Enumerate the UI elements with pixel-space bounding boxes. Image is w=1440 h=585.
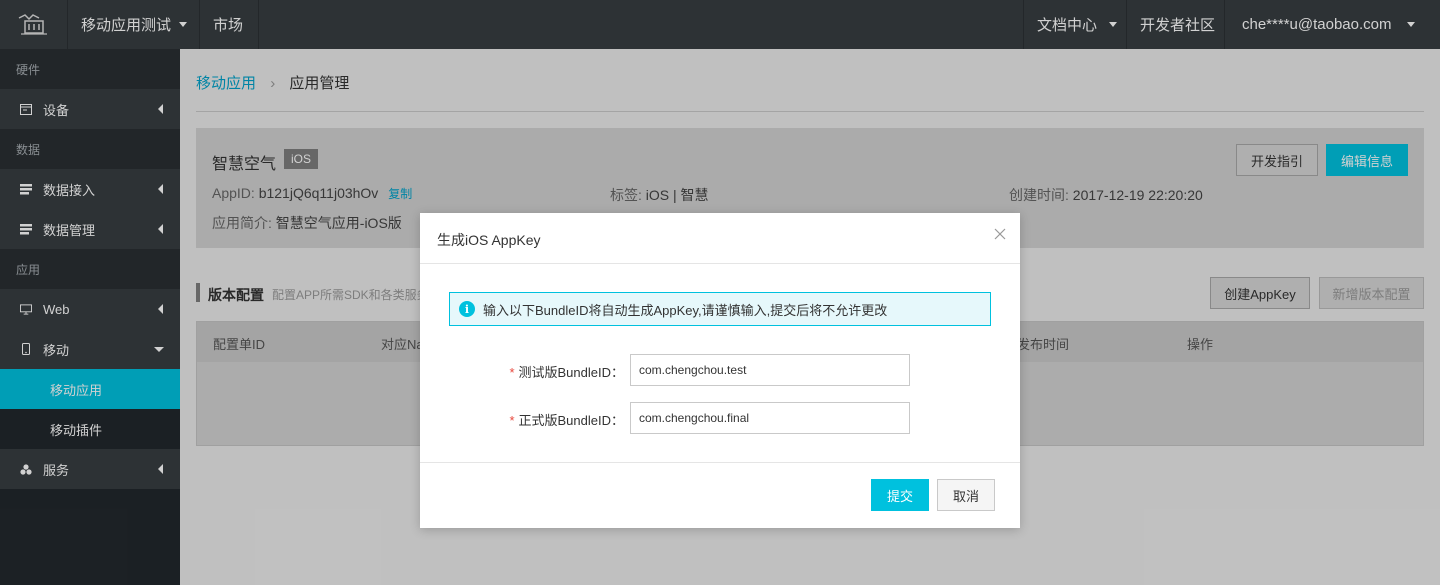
test-bundleid-row: * 测试版BundleID： [420,354,1020,386]
generate-appkey-dialog: 生成iOS AppKey i 输入以下BundleID将自动生成AppKey,请… [420,213,1020,528]
alert-text: 输入以下BundleID将自动生成AppKey,请谨慎输入,提交后将不允许更改 [483,302,888,318]
submit-button[interactable]: 提交 [871,479,929,511]
required-asterisk: * [509,365,515,380]
prod-bundleid-label-text: 正式版BundleID： [518,413,624,428]
prod-bundleid-label: * 正式版BundleID： [509,410,624,429]
test-bundleid-label-text: 测试版BundleID： [518,365,624,380]
dialog-header: 生成iOS AppKey [420,213,1020,264]
info-icon: i [459,301,475,317]
required-asterisk: * [509,413,515,428]
dialog-title: 生成iOS AppKey [437,232,541,248]
close-icon[interactable] [993,227,1007,241]
test-bundleid-input[interactable] [630,354,910,386]
prod-bundleid-row: * 正式版BundleID： [420,402,1020,434]
test-bundleid-label: * 测试版BundleID： [509,362,624,381]
dialog-footer: 提交 取消 [420,462,1020,528]
info-alert: i 输入以下BundleID将自动生成AppKey,请谨慎输入,提交后将不允许更… [449,292,991,326]
prod-bundleid-input[interactable] [630,402,910,434]
cancel-button[interactable]: 取消 [937,479,995,511]
